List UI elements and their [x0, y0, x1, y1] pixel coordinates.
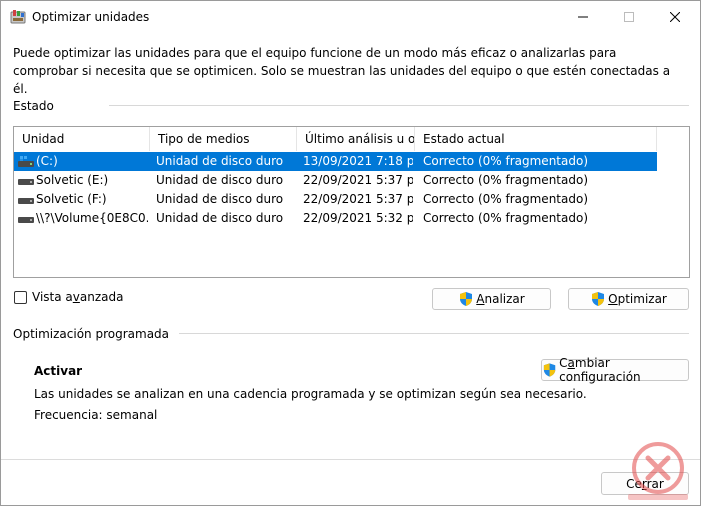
watermark-logo: [628, 442, 688, 500]
label-part: nalizar: [484, 292, 525, 306]
drive-estado: Correcto (0% fragmentado): [423, 192, 588, 206]
accel: A: [476, 292, 485, 306]
system-drive-icon: [18, 156, 34, 167]
drive-unidad: (C:): [36, 154, 58, 168]
description-text: Puede optimizar las unidades para que el…: [13, 46, 671, 96]
uac-shield-icon: [592, 292, 605, 306]
close-icon: [670, 12, 680, 22]
label-part: ptimizar: [617, 292, 667, 306]
drive-tipo: Unidad de disco duro: [156, 192, 284, 206]
drive-estado: Correcto (0% fragmentado): [423, 211, 588, 225]
drive-tipo: Unidad de disco duro: [156, 154, 284, 168]
estado-divider: [109, 105, 689, 106]
optimizar-label: Optimizar: [608, 292, 667, 306]
analizar-button[interactable]: Analizar: [432, 288, 551, 310]
list-header: Unidad Tipo de medios Último análisis u …: [14, 127, 689, 151]
estado-label: Estado: [13, 99, 54, 113]
drive-row-f[interactable]: Solvetic (F:) Unidad de disco duro 22/09…: [14, 190, 657, 209]
vista-avanzada-label[interactable]: Vista avanzada: [32, 290, 123, 304]
drive-unidad: Solvetic (F:): [36, 192, 107, 206]
drive-row-volume[interactable]: \\?\Volume{0E8C0... Unidad de disco duro…: [14, 209, 657, 228]
maximize-icon: [624, 12, 634, 22]
minimize-icon: [578, 16, 588, 18]
column-header-tipo[interactable]: Tipo de medios: [150, 127, 297, 151]
column-header-ultimo-analisis[interactable]: Último análisis u o...: [297, 127, 415, 151]
drive-unidad: Solvetic (E:): [36, 173, 109, 187]
hard-drive-icon: [18, 198, 34, 204]
cambiar-label: Cambiar configuración: [559, 356, 688, 384]
analizar-label: Analizar: [476, 292, 524, 306]
dialog-footer: [1, 459, 700, 505]
uac-shield-icon: [460, 292, 473, 306]
drive-row-e[interactable]: Solvetic (E:) Unidad de disco duro 22/09…: [14, 171, 657, 190]
column-header-estado-actual[interactable]: Estado actual: [415, 127, 657, 151]
programada-frecuencia: Frecuencia: semanal: [34, 408, 158, 422]
drive-ultimo-analisis: 22/09/2021 5:37 p. ...: [303, 192, 413, 206]
drive-estado: Correcto (0% fragmentado): [423, 173, 588, 187]
optimize-drives-window: Optimizar unidades Puede optimizar las u…: [0, 0, 701, 506]
drive-ultimo-analisis: 22/09/2021 5:32 p. ...: [303, 211, 413, 225]
drive-tipo: Unidad de disco duro: [156, 211, 284, 225]
drive-row-c[interactable]: (C:) Unidad de disco duro 13/09/2021 7:1…: [14, 152, 657, 171]
column-header-unidad[interactable]: Unidad: [14, 127, 150, 151]
drive-estado: Correcto (0% fragmentado): [423, 154, 588, 168]
close-button[interactable]: [652, 1, 698, 33]
programada-label: Optimización programada: [13, 327, 170, 341]
cambiar-configuracion-button[interactable]: Cambiar configuración: [541, 356, 689, 384]
vista-avanzada-checkbox[interactable]: [14, 291, 27, 304]
drive-unidad: \\?\Volume{0E8C0...: [36, 211, 148, 225]
label-part: C: [559, 356, 568, 370]
uac-shield-icon: [543, 363, 556, 377]
maximize-button[interactable]: [606, 1, 652, 33]
window-title: Optimizar unidades: [32, 10, 150, 24]
label-part: anzada: [79, 290, 124, 304]
accel: O: [608, 292, 618, 306]
programada-divider: [179, 333, 689, 334]
drive-tipo: Unidad de disco duro: [156, 173, 284, 187]
programada-info: Las unidades se analizan en una cadencia…: [34, 387, 587, 401]
programada-status: Activar: [34, 364, 83, 378]
drives-list[interactable]: Unidad Tipo de medios Último análisis u …: [13, 126, 690, 278]
optimizar-button[interactable]: Optimizar: [568, 288, 689, 310]
drive-ultimo-analisis: 22/09/2021 5:37 p. ...: [303, 173, 413, 187]
minimize-button[interactable]: [560, 1, 606, 33]
hard-drive-icon: [18, 179, 34, 185]
label-part: Vista a: [32, 290, 73, 304]
app-icon: [10, 10, 26, 24]
title-bar[interactable]: Optimizar unidades: [1, 1, 700, 33]
hard-drive-icon: [18, 217, 34, 223]
label-accel: v: [72, 290, 80, 304]
drive-ultimo-analisis: 13/09/2021 7:18 p. ...: [303, 154, 413, 168]
accel: a: [567, 356, 575, 370]
